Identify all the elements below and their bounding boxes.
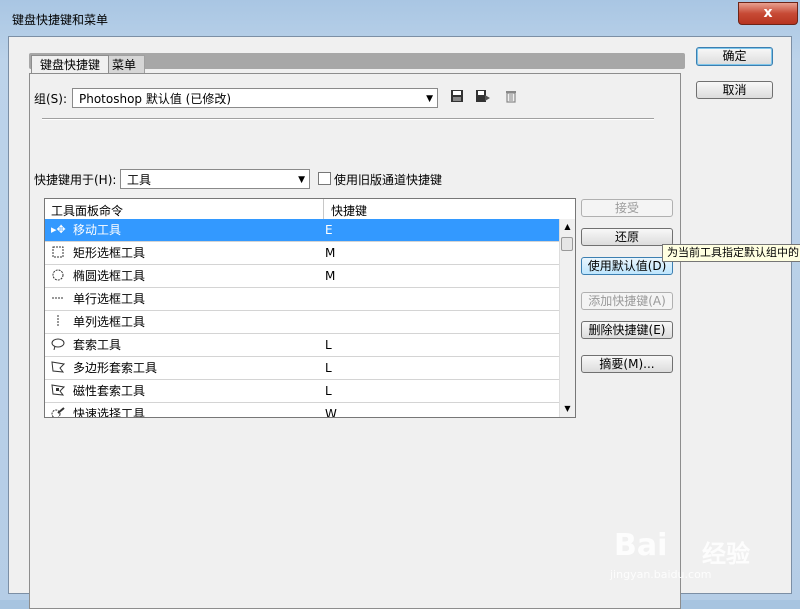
legacy-channel-checkbox[interactable]	[318, 172, 331, 185]
list-item[interactable]: 磁性套索工具 L	[45, 380, 559, 403]
list-item[interactable]: 单行选框工具	[45, 288, 559, 311]
shortcut-list[interactable]: 工具面板命令 快捷键 ▸✥ 移动工具 E 矩形选框工具 M 椭圆选框工具 M 单…	[44, 198, 576, 418]
close-button[interactable]: x	[738, 2, 798, 25]
list-item[interactable]: 套索工具 L	[45, 334, 559, 357]
list-header: 工具面板命令 快捷键	[45, 199, 559, 220]
trash-icon[interactable]	[502, 89, 520, 107]
dialog-window: 键盘快捷键和菜单 x 菜单 键盘快捷键 组(S): Photoshop 默认值 …	[0, 0, 800, 609]
column-header-command: 工具面板命令	[51, 204, 124, 218]
accept-button[interactable]: 接受	[581, 199, 673, 217]
scroll-thumb[interactable]	[561, 237, 573, 251]
quick-select-icon	[51, 407, 65, 417]
tab-keyboard-shortcuts[interactable]: 键盘快捷键	[31, 55, 110, 74]
summarize-button[interactable]: 摘要(M)...	[581, 355, 673, 373]
list-item[interactable]: 矩形选框工具 M	[45, 242, 559, 265]
legacy-channel-label: 使用旧版通道快捷键	[334, 173, 443, 187]
watermark-url: jingyan.baidu.com	[610, 568, 712, 581]
ok-button[interactable]: 确定	[696, 47, 773, 66]
delete-shortcut-button[interactable]: 删除快捷键(E)	[581, 321, 673, 339]
magnetic-lasso-icon	[51, 384, 66, 398]
list-item[interactable]: ▸✥ 移动工具 E	[45, 219, 559, 242]
shortcuts-for-value: 工具	[127, 173, 152, 187]
window-title: 键盘快捷键和菜单	[12, 13, 109, 27]
divider	[42, 118, 654, 120]
add-shortcut-button[interactable]: 添加快捷键(A)	[581, 292, 673, 310]
single-row-marquee-icon	[51, 292, 65, 306]
group-label: 组(S):	[34, 92, 68, 106]
chevron-down-icon: ▼	[426, 94, 433, 104]
list-item[interactable]: 多边形套索工具 L	[45, 357, 559, 380]
save-as-icon[interactable]	[474, 89, 492, 107]
undo-button[interactable]: 还原	[581, 228, 673, 246]
scroll-up-icon[interactable]: ▲	[560, 219, 575, 234]
single-column-marquee-icon	[51, 315, 65, 329]
shortcuts-for-dropdown[interactable]: 工具 ▼	[120, 169, 310, 189]
move-tool-icon: ▸✥	[51, 223, 66, 236]
save-icon[interactable]	[448, 89, 466, 107]
list-item[interactable]: 单列选框工具	[45, 311, 559, 334]
watermark-logo: Bai	[614, 528, 668, 563]
group-dropdown[interactable]: Photoshop 默认值 (已修改) ▼	[72, 88, 438, 108]
tab-menus[interactable]: 菜单	[103, 55, 146, 74]
watermark-brand: 经验	[702, 540, 750, 568]
rect-marquee-icon	[51, 246, 65, 260]
list-scrollbar[interactable]: ▲ ▼	[559, 219, 575, 417]
list-item[interactable]: 快速选择工具 W	[45, 403, 559, 417]
lasso-icon	[51, 338, 65, 352]
ellipse-marquee-icon	[51, 269, 65, 283]
use-default-button[interactable]: 使用默认值(D)	[581, 257, 673, 275]
chevron-down-icon: ▼	[298, 175, 305, 185]
title-bar[interactable]: 键盘快捷键和菜单 x	[0, 0, 800, 36]
list-item[interactable]: 椭圆选框工具 M	[45, 265, 559, 288]
tooltip: 为当前工具指定默认组中的	[662, 244, 800, 262]
watermark: Bai 经验 jingyan.baidu.com	[600, 510, 780, 590]
polygon-lasso-icon	[51, 361, 66, 375]
column-header-shortcut: 快捷键	[331, 204, 368, 218]
cancel-button[interactable]: 取消	[696, 81, 773, 99]
scroll-down-icon[interactable]: ▼	[560, 401, 575, 416]
group-value: Photoshop 默认值 (已修改)	[79, 92, 232, 106]
shortcuts-for-label: 快捷键用于(H):	[34, 173, 117, 187]
shortcuts-panel: 组(S): Photoshop 默认值 (已修改) ▼ 快捷键用于(H): 工具…	[29, 73, 681, 609]
